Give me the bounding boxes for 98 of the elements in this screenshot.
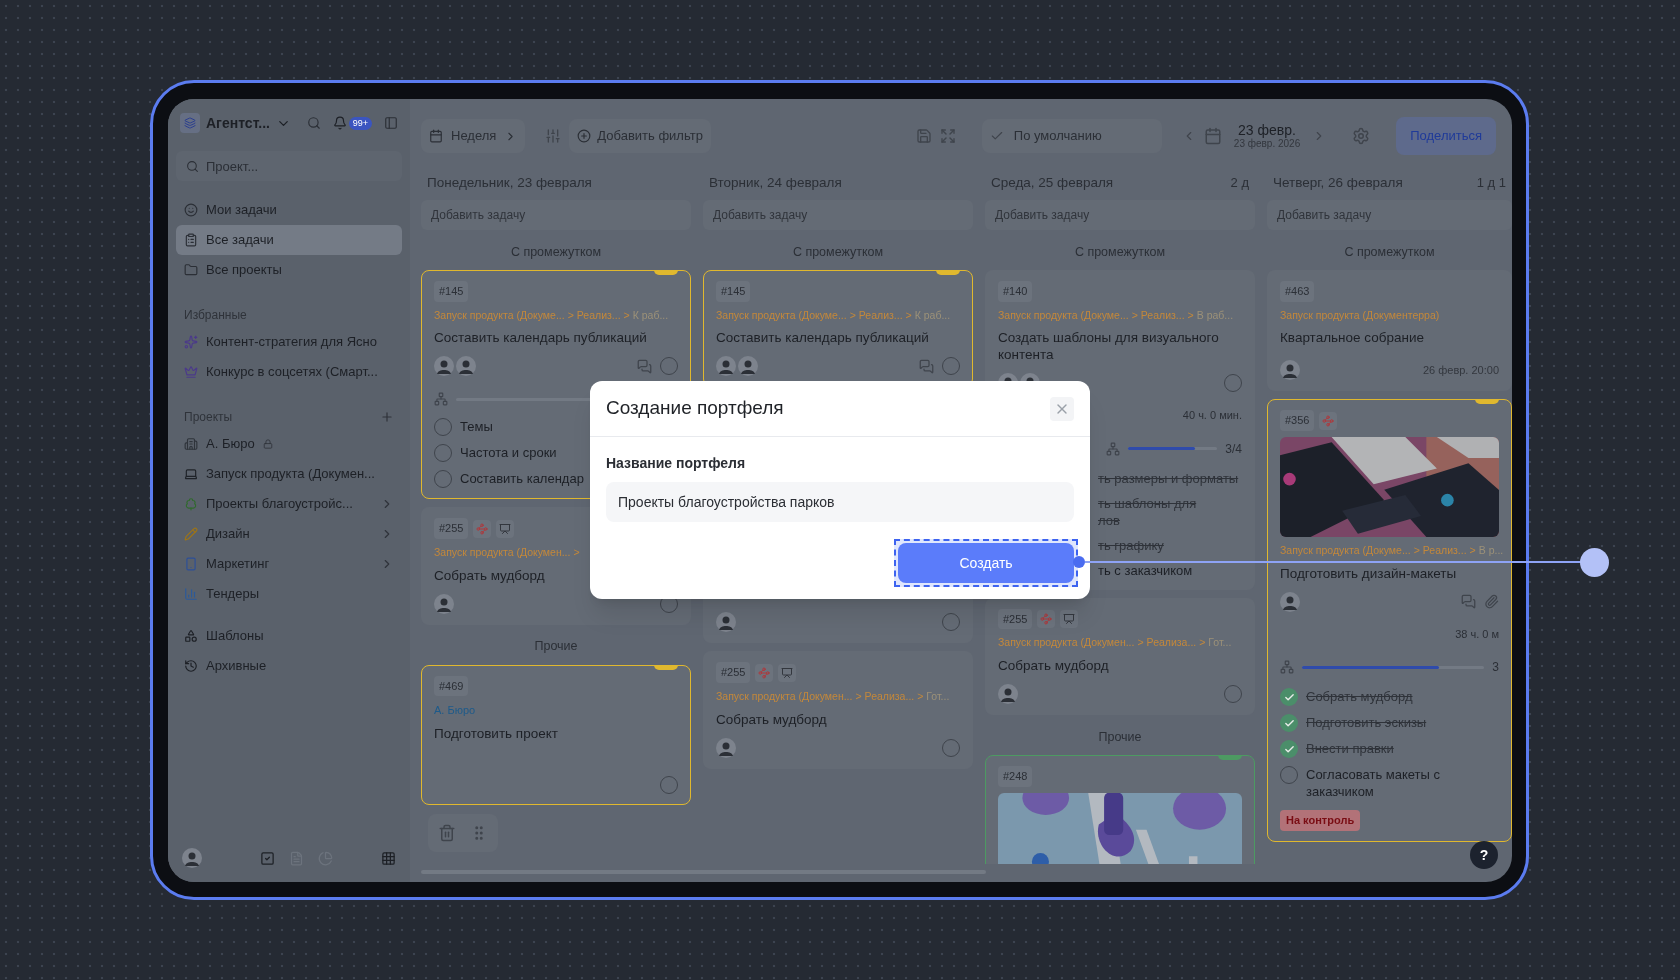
search-field[interactable]: Проект... bbox=[176, 151, 402, 181]
help-button[interactable]: ? bbox=[1470, 841, 1498, 869]
favorite-item[interactable]: Контент-стратегия для Ясно bbox=[176, 327, 402, 357]
breadcrumb[interactable]: > bbox=[849, 307, 856, 324]
breadcrumb[interactable]: > bbox=[573, 544, 580, 561]
project-name[interactable]: А. Бюро bbox=[434, 702, 678, 719]
task-title[interactable]: Подготовить проект bbox=[434, 724, 678, 742]
subtask-label[interactable]: Собрать мудборд bbox=[1306, 688, 1413, 705]
subtask-label[interactable]: Частота и сроки bbox=[460, 444, 557, 462]
breadcrumb[interactable]: Реализа... bbox=[1146, 635, 1197, 651]
task-title[interactable]: Собрать мудборд bbox=[716, 710, 960, 728]
breadcrumb[interactable]: Запуск продукта (Докумен... bbox=[434, 544, 571, 561]
task-id: #469 bbox=[434, 675, 469, 696]
breadcrumb[interactable]: > bbox=[1199, 635, 1206, 651]
group-title: Прочие bbox=[1097, 728, 1143, 746]
breadcrumb[interactable]: > bbox=[1137, 635, 1144, 651]
breadcrumb[interactable]: > bbox=[1469, 542, 1476, 559]
nav-item[interactable]: Архивные bbox=[176, 651, 402, 681]
add-task-field[interactable]: Добавить задачу bbox=[1267, 200, 1512, 230]
breadcrumb[interactable]: Запуск продукта (Докуме... bbox=[716, 307, 847, 324]
task-id: #145 bbox=[716, 281, 751, 302]
project-item[interactable]: Маркетинг bbox=[176, 549, 402, 579]
task-id: #255 bbox=[998, 608, 1033, 630]
breadcrumb[interactable]: Реализ... bbox=[1140, 307, 1185, 324]
group-title: Прочие bbox=[533, 638, 579, 656]
task-id: #255 bbox=[716, 662, 751, 683]
progress-count: 3/4 bbox=[1225, 440, 1242, 458]
project-item[interactable]: Запуск продукта (Докумен... bbox=[176, 459, 402, 489]
breadcrumb[interactable]: Запуск продукта (Докуме... bbox=[434, 307, 565, 324]
task-title[interactable]: Квартальное собрание bbox=[1280, 329, 1499, 347]
project-item[interactable]: А. Бюро bbox=[176, 429, 402, 459]
breadcrumb[interactable]: > bbox=[567, 307, 574, 324]
group-title: С промежутком bbox=[509, 243, 603, 261]
task-title[interactable]: Подготовить дизайн-макеты bbox=[1280, 564, 1499, 582]
breadcrumb[interactable]: Запуск продукта (Докуме... bbox=[1280, 542, 1411, 559]
breadcrumb[interactable]: > bbox=[855, 688, 862, 705]
task-id: #248 bbox=[998, 766, 1033, 787]
task-id: #145 bbox=[434, 281, 469, 302]
breadcrumb[interactable]: > bbox=[1413, 542, 1420, 559]
task-card[interactable]: #469 А. Бюро Подготовить проект bbox=[421, 664, 691, 805]
subtask-label[interactable]: Согласовать макеты с заказчиком bbox=[1306, 766, 1499, 800]
breadcrumb[interactable]: Реализ... bbox=[1422, 542, 1467, 559]
nav-item[interactable]: Шаблоны bbox=[176, 621, 402, 651]
column-title: Вторник, 24 февраля bbox=[709, 173, 842, 192]
notification-badge: 99+ bbox=[348, 116, 372, 130]
breadcrumb[interactable]: > bbox=[1131, 307, 1138, 324]
add-task-field[interactable]: Добавить задачу bbox=[421, 200, 691, 230]
task-id: #255 bbox=[434, 518, 469, 539]
breadcrumb[interactable]: > bbox=[917, 688, 924, 705]
task-title[interactable]: Составить календарь публикаций bbox=[716, 329, 960, 347]
current-date: 23 февр. bbox=[1238, 123, 1296, 137]
subtask-label[interactable]: Темы bbox=[460, 418, 493, 436]
column-title: Понедельник, 23 февраля bbox=[427, 173, 592, 192]
column-duration: 2 д bbox=[1230, 174, 1249, 193]
project-item[interactable]: Дизайн bbox=[176, 519, 402, 549]
sort-selector[interactable]: По умолчанию bbox=[981, 119, 1162, 153]
breadcrumb[interactable]: Реализа... bbox=[864, 688, 915, 705]
group-title: С промежутком bbox=[791, 243, 885, 261]
workspace-name[interactable]: Агентст... bbox=[206, 112, 270, 134]
add-task-field[interactable]: Добавить задачу bbox=[703, 200, 973, 230]
breadcrumb[interactable]: > bbox=[905, 307, 912, 324]
column-title: Среда, 25 февраля bbox=[991, 173, 1114, 192]
breadcrumb[interactable]: Запуск продукта (Документерра) bbox=[1280, 307, 1440, 324]
breadcrumb[interactable]: Запуск продукта (Докуме... bbox=[998, 307, 1129, 324]
progress-count: 3 bbox=[1492, 659, 1499, 676]
nav-item[interactable]: Все проекты bbox=[176, 255, 402, 285]
breadcrumb[interactable]: Запуск продукта (Докумен... bbox=[716, 688, 853, 705]
subtask-label[interactable]: Внести правки bbox=[1306, 740, 1394, 757]
column-title: Четверг, 26 февраля bbox=[1273, 173, 1403, 192]
nav-item[interactable]: Мои задачи bbox=[176, 195, 402, 225]
portfolio-name-field[interactable]: Проекты благоустройства парков bbox=[606, 482, 1074, 522]
favorite-item[interactable]: Конкурс в соцсетях (Смарт... bbox=[176, 357, 402, 387]
add-task-field[interactable]: Добавить задачу bbox=[985, 200, 1255, 230]
status-tag: На контроль bbox=[1280, 810, 1361, 831]
breadcrumb[interactable]: > bbox=[1187, 307, 1194, 324]
task-title[interactable]: Составить календарь публикаций bbox=[434, 329, 678, 347]
breadcrumb[interactable]: > bbox=[623, 307, 630, 324]
task-id: #140 bbox=[998, 281, 1033, 302]
task-title[interactable]: Создать шаблоны для визуального контента bbox=[998, 329, 1242, 364]
task-title[interactable]: Собрать мудборд bbox=[998, 657, 1242, 674]
breadcrumb[interactable]: Запуск продукта (Докумен... bbox=[998, 635, 1135, 651]
subtask-label[interactable]: Составить календар bbox=[460, 470, 584, 488]
task-card[interactable]: #248 bbox=[985, 755, 1255, 864]
share-button[interactable]: Поделиться bbox=[1396, 117, 1496, 155]
view-switcher[interactable]: Неделя bbox=[421, 119, 526, 153]
breadcrumb[interactable]: Реализ... bbox=[858, 307, 903, 324]
create-button[interactable]: Создать bbox=[898, 543, 1074, 583]
project-item[interactable]: Проекты благоустройс... bbox=[176, 489, 402, 519]
group-title: С промежутком bbox=[1073, 243, 1167, 261]
group-title: С промежутком bbox=[1343, 243, 1436, 261]
column-duration: 1 д 1 bbox=[1476, 174, 1506, 193]
task-id: #356 bbox=[1280, 410, 1315, 431]
nav-item[interactable]: Все задачи bbox=[176, 225, 402, 255]
subtask-label[interactable]: Подготовить эскизы bbox=[1306, 714, 1427, 731]
project-item[interactable]: Тендеры bbox=[176, 579, 402, 609]
task-id: #463 bbox=[1280, 281, 1315, 302]
breadcrumb[interactable]: Реализ... bbox=[576, 307, 621, 324]
add-filter-button[interactable]: Добавить фильтр bbox=[569, 119, 711, 153]
